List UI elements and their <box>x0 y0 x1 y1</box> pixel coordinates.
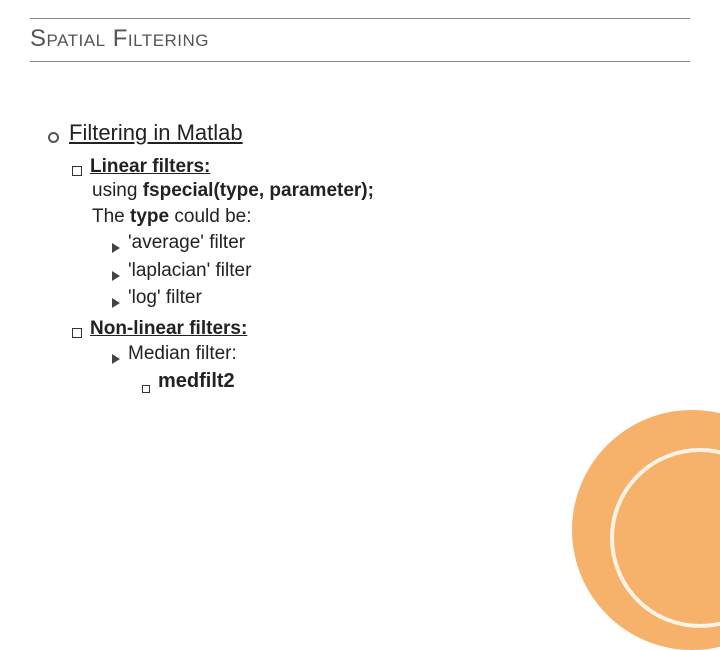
square-bullet-icon <box>72 328 82 338</box>
nonlinear-sub: medfilt2 <box>158 367 235 396</box>
section-heading-row: Filtering in Matlab <box>48 120 720 146</box>
nonlinear-item: Median filter: <box>128 340 237 368</box>
slide-title: Spatial Filtering <box>30 25 690 53</box>
linear-line2-bold: type <box>130 206 169 227</box>
nonlinear-heading-row: Non-linear filters: <box>72 318 720 340</box>
linear-line-1: using fspecial(type, parameter); <box>92 178 720 204</box>
ring-bullet-icon <box>48 132 59 143</box>
linear-heading: Linear filters: <box>90 156 210 178</box>
linear-line-2: The type could be: <box>92 204 720 230</box>
section-heading: Filtering in Matlab <box>69 120 243 146</box>
linear-heading-row: Linear filters: <box>72 156 720 178</box>
triangle-bullet-icon <box>112 271 120 281</box>
linear-item-1: 'laplacian' filter <box>128 257 251 285</box>
linear-item-0: 'average' filter <box>128 229 245 257</box>
nonlinear-heading: Non-linear filters: <box>90 318 247 340</box>
linear-item-2: 'log' filter <box>128 284 202 312</box>
triangle-bullet-icon <box>112 298 120 308</box>
triangle-bullet-icon <box>112 243 120 253</box>
small-square-bullet-icon <box>142 385 150 393</box>
linear-line2-suffix: could be: <box>169 206 251 227</box>
linear-line1-code: fspecial(type, parameter); <box>143 180 374 201</box>
square-bullet-icon <box>72 166 82 176</box>
linear-item-row: 'laplacian' filter <box>112 257 720 285</box>
nonlinear-item-row: Median filter: <box>112 340 720 368</box>
title-bar: Spatial Filtering <box>30 18 690 62</box>
content-area: Filtering in Matlab Linear filters: usin… <box>48 120 720 396</box>
linear-line1-prefix: using <box>92 180 143 201</box>
linear-item-row: 'average' filter <box>112 229 720 257</box>
nonlinear-sub-row: medfilt2 <box>142 367 720 396</box>
linear-item-row: 'log' filter <box>112 284 720 312</box>
triangle-bullet-icon <box>112 354 120 364</box>
linear-line2-prefix: The <box>92 206 130 227</box>
